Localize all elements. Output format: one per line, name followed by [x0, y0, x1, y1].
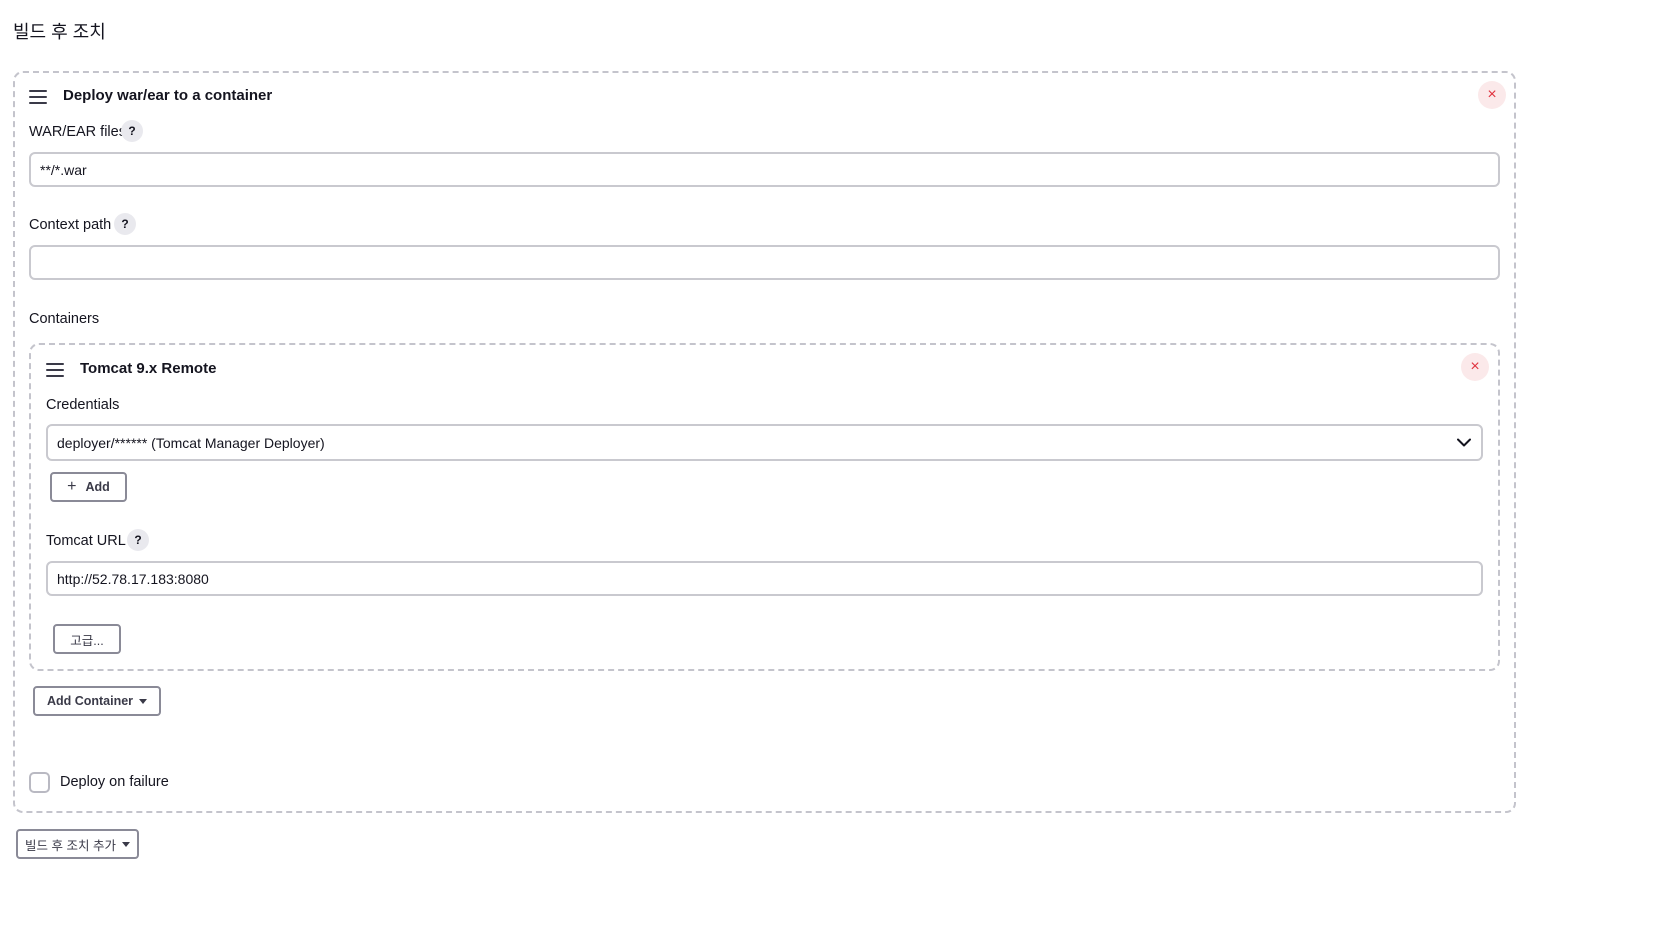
add-container-label: Add Container — [46, 694, 134, 708]
war-ear-input[interactable] — [29, 152, 1500, 187]
add-container-button[interactable]: Add Container — [33, 686, 161, 716]
section-title: 빌드 후 조치 — [13, 22, 106, 42]
deploy-on-failure-checkbox[interactable] — [29, 772, 50, 793]
credentials-label: Credentials — [46, 397, 120, 413]
add-credentials-label: Add — [85, 480, 110, 494]
tomcat-url-label: Tomcat URL — [46, 533, 126, 549]
containers-label: Containers — [29, 311, 100, 327]
close-icon[interactable]: × — [1478, 81, 1506, 109]
caret-down-icon — [121, 841, 130, 847]
context-path-input[interactable] — [29, 245, 1500, 280]
help-icon[interactable]: ? — [114, 213, 136, 235]
deploy-on-failure-label: Deploy on failure — [60, 774, 169, 790]
deploy-card-title: Deploy war/ear to a container — [63, 87, 273, 104]
credentials-select[interactable]: deployer/****** (Tomcat Manager Deployer… — [46, 424, 1483, 461]
container-card — [29, 343, 1500, 671]
drag-handle-icon[interactable] — [46, 363, 64, 377]
context-path-label: Context path — [29, 217, 112, 233]
help-icon[interactable]: ? — [121, 120, 143, 142]
add-credentials-button[interactable]: + Add — [50, 472, 127, 502]
advanced-button[interactable]: 고급... — [53, 624, 121, 654]
close-icon[interactable]: × — [1461, 353, 1489, 381]
add-post-build-action-button[interactable]: 빌드 후 조치 추가 — [16, 829, 139, 859]
credentials-selected-value: deployer/****** (Tomcat Manager Deployer… — [57, 434, 325, 451]
caret-down-icon — [139, 698, 148, 704]
chevron-down-icon — [1457, 438, 1471, 447]
tomcat-url-input[interactable] — [46, 561, 1483, 596]
plus-icon: + — [67, 478, 77, 495]
container-card-title: Tomcat 9.x Remote — [80, 360, 217, 377]
drag-handle-icon[interactable] — [29, 90, 47, 104]
add-post-build-action-label: 빌드 후 조치 추가 — [25, 838, 116, 853]
help-icon[interactable]: ? — [127, 529, 149, 551]
war-ear-label: WAR/EAR files — [29, 124, 126, 140]
